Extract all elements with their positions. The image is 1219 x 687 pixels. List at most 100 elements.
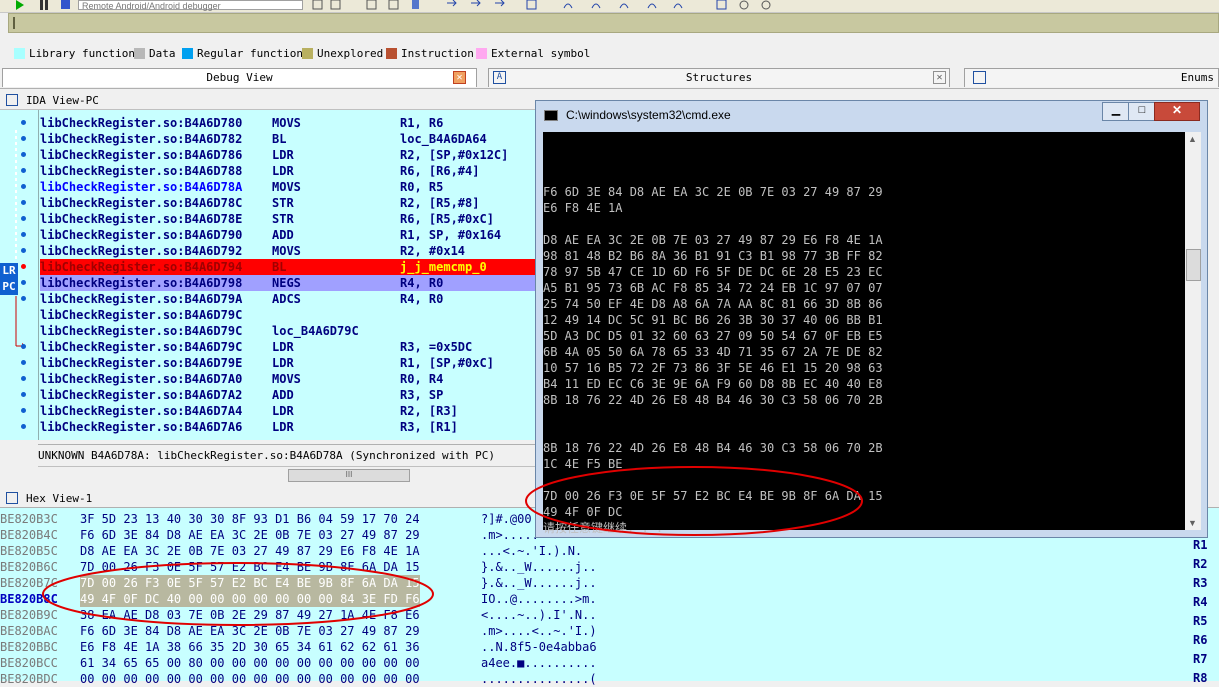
disasm-row[interactable]: libCheckRegister.so:B4A6D78A MOVS R0, R5: [40, 179, 535, 195]
register-label[interactable]: R5: [1193, 614, 1207, 628]
console-line: E6 F8 4E 1A: [543, 201, 623, 215]
hex-row[interactable]: BE820BCC 61 34 65 65 00 80 00 00 00 00 00…: [0, 655, 620, 671]
console-line: 6B 4A 05 50 6A 78 65 33 4D 71 35 67 2A 7…: [543, 345, 883, 359]
trace-icon[interactable]: [672, 0, 684, 10]
annotation-ellipse-hex: [42, 562, 434, 626]
legend-swatch: [182, 48, 193, 59]
line-dot-icon[interactable]: [21, 248, 26, 253]
disasm-row[interactable]: libCheckRegister.so:B4A6D78E STR R6, [R5,#…: [40, 211, 535, 227]
pause-icon[interactable]: [38, 0, 50, 10]
disasm-row[interactable]: libCheckRegister.so:B4A6D79C loc_B4A6D79C: [40, 323, 535, 339]
line-dot-icon[interactable]: [21, 392, 26, 397]
disasm-row[interactable]: libCheckRegister.so:B4A6D79E LDR R1, [SP,#…: [40, 355, 535, 371]
register-label[interactable]: R2: [1193, 557, 1207, 571]
trace-icon[interactable]: [618, 0, 630, 10]
disasm-row[interactable]: libCheckRegister.so:B4A6D780 MOVS R1, R6: [40, 115, 535, 131]
disasm-row[interactable]: libCheckRegister.so:B4A6D798 NEGS R4, R0: [40, 275, 535, 291]
scrollbar-thumb[interactable]: III: [288, 469, 410, 482]
line-dot-icon[interactable]: [21, 184, 26, 189]
disasm-operands: R3, SP: [400, 388, 444, 402]
disasm-operands: R2, [R3]: [400, 404, 458, 418]
line-dot-icon[interactable]: [21, 152, 26, 157]
line-dot-icon[interactable]: [21, 216, 26, 221]
line-dot-icon[interactable]: [21, 408, 26, 413]
scrollbar-thumb[interactable]: [1186, 249, 1201, 281]
debugger-select[interactable]: Remote Android/Android debugger: [78, 0, 303, 11]
scroll-up-arrow[interactable]: ▲: [1188, 134, 1197, 144]
cmd-scrollbar[interactable]: ▲ ▼: [1185, 132, 1201, 530]
breakpoint-icon[interactable]: [21, 264, 26, 269]
play-icon[interactable]: [14, 0, 26, 10]
close-button[interactable]: ✕: [1154, 102, 1200, 121]
disasm-row[interactable]: libCheckRegister.so:B4A6D79A ADCS R4, R0: [40, 291, 535, 307]
disasm-row[interactable]: libCheckRegister.so:B4A6D786 LDR R2, [SP,#…: [40, 147, 535, 163]
horizontal-scrollbar[interactable]: III: [38, 466, 535, 483]
line-dot-icon[interactable]: [21, 280, 26, 285]
tab-debug-view[interactable]: Debug View ✕: [2, 68, 477, 87]
step-out-icon[interactable]: [494, 0, 506, 10]
hex-row[interactable]: BE820BDC 00 00 00 00 00 00 00 00 00 00 00…: [0, 671, 620, 687]
line-dot-icon[interactable]: [21, 344, 26, 349]
disasm-row[interactable]: libCheckRegister.so:B4A6D790 ADD R1, SP, #…: [40, 227, 535, 243]
toolbar-button[interactable]: [410, 0, 422, 10]
register-label[interactable]: R6: [1193, 633, 1207, 647]
cmd-titlebar[interactable]: C:\windows\system32\cmd.exe ▁ □ ✕: [536, 101, 1207, 129]
registers-panel[interactable]: R1 R2 R3 R4 R5 R6 R7 R8: [1191, 535, 1219, 685]
trace-icon[interactable]: [590, 0, 602, 10]
minimize-button[interactable]: ▁: [1102, 102, 1130, 121]
line-dot-icon[interactable]: [21, 120, 26, 125]
tab-structures[interactable]: A Structures ✕: [488, 68, 950, 87]
close-icon[interactable]: ✕: [453, 71, 466, 84]
line-dot-icon[interactable]: [21, 168, 26, 173]
disasm-row[interactable]: libCheckRegister.so:B4A6D7A6 LDR R3, [R1]: [40, 419, 535, 435]
tab-label: Enums: [1180, 71, 1214, 84]
toolbar-button[interactable]: [366, 0, 378, 10]
step-over-icon[interactable]: [470, 0, 482, 10]
run-to-cursor-icon[interactable]: [526, 0, 538, 10]
register-label[interactable]: R7: [1193, 652, 1207, 666]
disasm-operands: R2, [SP,#0x12C]: [400, 148, 509, 162]
scroll-down-arrow[interactable]: ▼: [1188, 518, 1197, 528]
trace-icon[interactable]: [562, 0, 574, 10]
toolbar-button[interactable]: [330, 0, 342, 10]
toolbar-button[interactable]: [716, 0, 728, 10]
tab-enums[interactable]: Enums: [964, 68, 1219, 87]
toolbar-button[interactable]: [738, 0, 750, 10]
disasm-row[interactable]: libCheckRegister.so:B4A6D782 BL loc_B4A6DA…: [40, 131, 535, 147]
line-dot-icon[interactable]: [21, 232, 26, 237]
register-label[interactable]: R1: [1193, 538, 1207, 552]
toolbar-button[interactable]: [312, 0, 324, 10]
step-into-icon[interactable]: [446, 0, 458, 10]
register-label[interactable]: R8: [1193, 671, 1207, 685]
stop-icon[interactable]: [60, 0, 72, 10]
register-label[interactable]: R4: [1193, 595, 1207, 609]
disasm-row[interactable]: libCheckRegister.so:B4A6D788 LDR R6, [R6,#…: [40, 163, 535, 179]
line-dot-icon[interactable]: [21, 424, 26, 429]
disasm-row[interactable]: libCheckRegister.so:B4A6D79C LDR R3, =0x5D…: [40, 339, 535, 355]
disasm-row[interactable]: libCheckRegister.so:B4A6D7A4 LDR R2, [R3]: [40, 403, 535, 419]
line-dot-icon[interactable]: [21, 200, 26, 205]
toolbar-button[interactable]: [760, 0, 772, 10]
maximize-button[interactable]: □: [1128, 102, 1156, 121]
hex-row[interactable]: BE820BBC E6 F8 4E 1A 38 66 35 2D 30 65 34…: [0, 639, 620, 655]
line-dot-icon[interactable]: [21, 360, 26, 365]
disasm-row[interactable]: libCheckRegister.so:B4A6D7A0 MOVS R0, R4: [40, 371, 535, 387]
navigation-band[interactable]: [8, 13, 1219, 33]
view-tab-bar: Debug View ✕ A Structures ✕ Enums: [0, 66, 1219, 89]
disasm-row[interactable]: libCheckRegister.so:B4A6D7A2 ADD R3, SP: [40, 387, 535, 403]
line-dot-icon[interactable]: [21, 296, 26, 301]
hex-row[interactable]: BE820B5C D8 AE EA 3C 2E 0B 7E 03 27 49 87…: [0, 543, 620, 559]
toolbar-button[interactable]: [388, 0, 400, 10]
disasm-address: libCheckRegister.so:B4A6D7A6: [40, 420, 243, 434]
register-label[interactable]: R3: [1193, 576, 1207, 590]
ida-view-titlebar[interactable]: IDA View-PC: [0, 91, 535, 110]
disasm-row[interactable]: libCheckRegister.so:B4A6D792 MOVS R2, #0x1…: [40, 243, 535, 259]
disasm-row[interactable]: libCheckRegister.so:B4A6D78C STR R2, [R5,#…: [40, 195, 535, 211]
line-dot-icon[interactable]: [21, 376, 26, 381]
enums-icon: [973, 71, 986, 84]
disasm-row[interactable]: libCheckRegister.so:B4A6D79C: [40, 307, 535, 323]
disasm-row[interactable]: libCheckRegister.so:B4A6D794 BL j_j_memcmp…: [40, 259, 535, 275]
close-icon[interactable]: ✕: [933, 71, 946, 84]
trace-icon[interactable]: [646, 0, 658, 10]
line-dot-icon[interactable]: [21, 136, 26, 141]
